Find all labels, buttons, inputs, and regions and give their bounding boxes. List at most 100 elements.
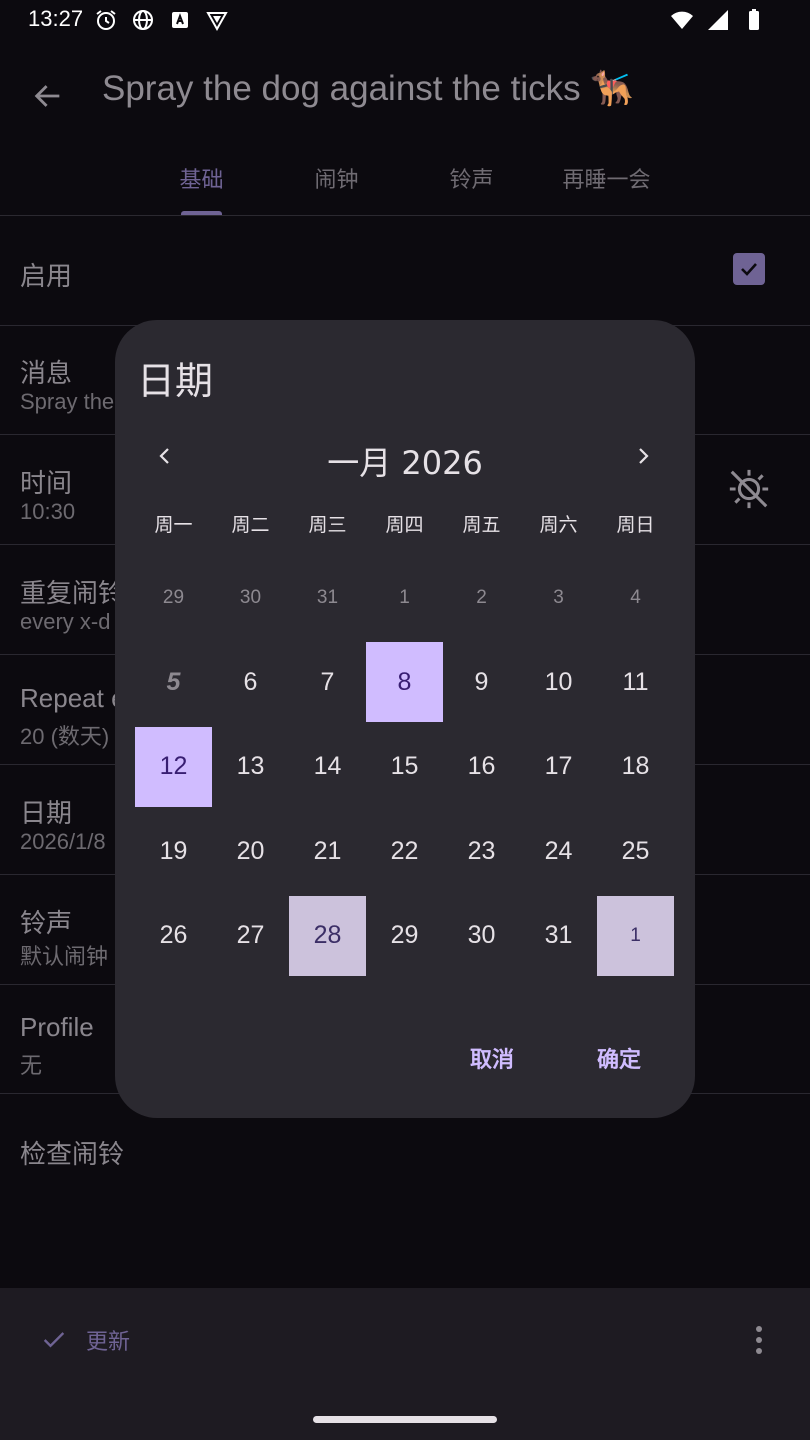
setting-value: 2026/1/8 bbox=[20, 829, 106, 854]
calendar-day[interactable]: 18 bbox=[597, 727, 674, 807]
calendar-day[interactable]: 2 bbox=[443, 558, 520, 638]
calendar-week-row: 19 20 21 22 23 24 25 bbox=[135, 809, 675, 893]
chevron-right-icon bbox=[639, 448, 649, 464]
weekday-label: 周一 bbox=[154, 514, 193, 536]
dialog-title: 日期 bbox=[137, 359, 214, 403]
calendar-day[interactable]: 20 bbox=[212, 811, 289, 891]
calendar-day[interactable]: 15 bbox=[366, 727, 443, 807]
setting-title: 铃声 bbox=[20, 908, 73, 938]
enabled-checkbox[interactable] bbox=[733, 253, 765, 285]
calendar-day[interactable]: 22 bbox=[366, 811, 443, 891]
setting-value: 无 bbox=[20, 1053, 43, 1078]
setting-title: Profile bbox=[20, 1012, 94, 1042]
weekday-header: 周一 周二 周三 周四 周五 周六 周日 bbox=[135, 510, 675, 537]
calendar-day[interactable]: 6 bbox=[212, 642, 289, 722]
calendar-day[interactable]: 30 bbox=[443, 896, 520, 976]
tab-label: 闹钟 bbox=[314, 168, 359, 193]
home-indicator[interactable] bbox=[313, 1416, 497, 1423]
next-month-button[interactable] bbox=[623, 436, 663, 476]
status-right-icons bbox=[670, 8, 766, 32]
tab-label: 铃声 bbox=[449, 168, 494, 193]
weekday-label: 周三 bbox=[308, 514, 347, 536]
battery-icon bbox=[749, 9, 759, 30]
calendar-day[interactable]: 25 bbox=[597, 811, 674, 891]
calendar-day[interactable]: 21 bbox=[289, 811, 366, 891]
calendar-day[interactable]: 26 bbox=[135, 896, 212, 976]
calendar-day[interactable]: 30 bbox=[212, 558, 289, 638]
setting-title: 时间 bbox=[20, 468, 73, 498]
month-label[interactable]: 一月 2026 bbox=[215, 438, 595, 484]
calendar-day[interactable]: 3 bbox=[520, 558, 597, 638]
calendar-day[interactable]: 23 bbox=[443, 811, 520, 891]
vpn-shield-icon bbox=[206, 12, 228, 32]
calendar-grid: 29 30 31 1 2 3 4 5 6 7 8 9 10 11 12 13 14 15 16 17 18 19 20 21 2… bbox=[135, 556, 675, 978]
calendar-day[interactable]: 27 bbox=[212, 896, 289, 976]
status-time: 13:27 bbox=[28, 6, 84, 31]
calendar-day[interactable]: 17 bbox=[520, 727, 597, 807]
update-label: 更新 bbox=[86, 1330, 131, 1355]
check-icon bbox=[43, 1332, 65, 1348]
calendar-day[interactable]: 9 bbox=[443, 642, 520, 722]
tab-label: 再睡一会 bbox=[562, 168, 651, 193]
brightness-off-icon[interactable] bbox=[726, 466, 772, 512]
tab-alarm[interactable]: 闹钟 bbox=[269, 150, 404, 216]
calendar-day[interactable]: 7 bbox=[289, 642, 366, 722]
setting-title: 消息 bbox=[20, 358, 73, 388]
setting-value: 默认闹钟 bbox=[20, 944, 109, 969]
weekday-label: 周二 bbox=[231, 514, 270, 536]
setting-title: 日期 bbox=[20, 798, 73, 828]
calendar-day[interactable]: 29 bbox=[366, 896, 443, 976]
previous-month-button[interactable] bbox=[145, 436, 185, 476]
calendar-week-row: 29 30 31 1 2 3 4 bbox=[135, 556, 675, 640]
calendar-day[interactable]: 14 bbox=[289, 727, 366, 807]
calendar-day[interactable]: 28 bbox=[289, 895, 366, 976]
setting-value: every x-d bbox=[20, 609, 111, 634]
calendar-week-row: 5 6 7 8 9 10 11 bbox=[135, 640, 675, 724]
chevron-left-icon bbox=[159, 448, 169, 464]
app-bar: Spray the dog against the ticks 🐕‍🦺 bbox=[0, 44, 810, 144]
calendar-day[interactable]: 12 bbox=[135, 726, 212, 807]
arrow-back-icon bbox=[34, 85, 60, 107]
more-vert-icon bbox=[756, 1326, 762, 1354]
calendar-day[interactable]: 24 bbox=[520, 811, 597, 891]
tab-bar: 基础 闹钟 铃声 再睡一会 bbox=[134, 150, 674, 216]
date-picker-dialog: 日期 一月 2026 周一 周二 周三 周四 周五 周六 周日 29 30 31 1 2… bbox=[115, 320, 695, 1118]
calendar-day[interactable]: 8 bbox=[366, 642, 443, 723]
calendar-day[interactable]: 11 bbox=[597, 642, 674, 722]
calendar-day[interactable]: 31 bbox=[520, 896, 597, 976]
calendar-day[interactable]: 19 bbox=[135, 811, 212, 891]
status-bar: 13:27 bbox=[0, 0, 810, 44]
tab-snooze[interactable]: 再睡一会 bbox=[539, 150, 674, 216]
setting-enabled[interactable]: 启用 bbox=[0, 216, 810, 326]
confirm-button[interactable]: 确定 bbox=[597, 1042, 641, 1074]
calendar-day[interactable]: 16 bbox=[443, 727, 520, 807]
calendar-week-row: 26 27 28 29 30 31 1 bbox=[135, 894, 675, 978]
a-icon bbox=[172, 12, 188, 28]
setting-value: 20 (数天) bbox=[20, 724, 110, 749]
cancel-button[interactable]: 取消 bbox=[470, 1042, 514, 1074]
alarm-icon bbox=[96, 10, 116, 30]
globe-icon bbox=[133, 10, 153, 30]
calendar-day[interactable]: 29 bbox=[135, 558, 212, 638]
setting-title: 检查闹铃 bbox=[20, 1139, 125, 1169]
tab-label: 基础 bbox=[179, 168, 224, 193]
calendar-day[interactable]: 1 bbox=[366, 558, 443, 638]
setting-value: 10:30 bbox=[20, 499, 76, 524]
more-options-button[interactable] bbox=[744, 1320, 774, 1360]
wifi-icon bbox=[671, 11, 693, 29]
calendar-day[interactable]: 4 bbox=[597, 558, 674, 638]
calendar-day[interactable]: 13 bbox=[212, 727, 289, 807]
weekday-label: 周五 bbox=[462, 514, 501, 536]
tab-basic[interactable]: 基础 bbox=[134, 150, 269, 216]
signal-icon bbox=[708, 10, 728, 30]
calendar-day[interactable]: 10 bbox=[520, 642, 597, 722]
calendar-week-row: 12 13 14 15 16 17 18 bbox=[135, 725, 675, 809]
update-button[interactable]: 更新 bbox=[40, 1320, 130, 1360]
calendar-day[interactable]: 31 bbox=[289, 558, 366, 638]
check-icon bbox=[741, 263, 757, 276]
back-button[interactable] bbox=[24, 72, 72, 120]
calendar-day[interactable]: 1 bbox=[597, 895, 674, 976]
tab-ringtone[interactable]: 铃声 bbox=[404, 150, 539, 216]
calendar-day[interactable]: 5 bbox=[135, 642, 212, 722]
weekday-label: 周四 bbox=[385, 514, 424, 536]
